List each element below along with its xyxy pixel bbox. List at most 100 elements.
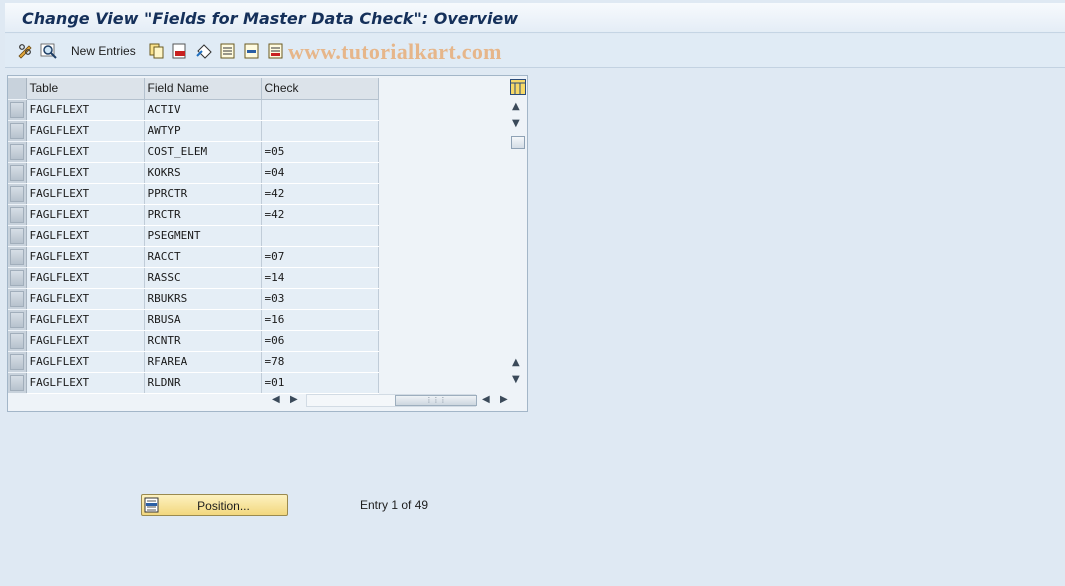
- row-selector-box[interactable]: [9, 227, 24, 244]
- table-row[interactable]: FAGLFLEXT RFAREA =78: [8, 351, 379, 373]
- table-row[interactable]: FAGLFLEXT ACTIV: [8, 99, 379, 121]
- cell-check[interactable]: =14: [261, 267, 379, 289]
- row-selector-box[interactable]: [9, 185, 24, 202]
- cell-check[interactable]: [261, 120, 379, 142]
- cell-field-name[interactable]: AWTYP: [144, 120, 262, 142]
- row-selector[interactable]: [8, 309, 27, 331]
- cell-table[interactable]: FAGLFLEXT: [26, 225, 145, 247]
- cell-check[interactable]: [261, 99, 379, 121]
- cell-check[interactable]: =42: [261, 204, 379, 226]
- table-row[interactable]: FAGLFLEXT KOKRS =04: [8, 162, 379, 184]
- scroll-up-arrow-icon[interactable]: ▲: [512, 102, 520, 112]
- row-selector[interactable]: [8, 288, 27, 310]
- column-header-table[interactable]: Table: [26, 78, 145, 100]
- row-selector-box[interactable]: [9, 206, 24, 223]
- cell-table[interactable]: FAGLFLEXT: [26, 183, 145, 205]
- find-icon[interactable]: [40, 42, 58, 60]
- table-row[interactable]: FAGLFLEXT PRCTR =42: [8, 204, 379, 226]
- cell-table[interactable]: FAGLFLEXT: [26, 330, 145, 352]
- cell-check[interactable]: =07: [261, 246, 379, 268]
- row-selector-box[interactable]: [9, 269, 24, 286]
- row-selector[interactable]: [8, 351, 27, 373]
- cell-field-name[interactable]: RBUSA: [144, 309, 262, 331]
- table-row[interactable]: FAGLFLEXT COST_ELEM =05: [8, 141, 379, 163]
- table-row[interactable]: FAGLFLEXT AWTYP: [8, 120, 379, 142]
- row-selector-box[interactable]: [9, 248, 24, 265]
- cell-check[interactable]: =78: [261, 351, 379, 373]
- cell-table[interactable]: FAGLFLEXT: [26, 288, 145, 310]
- column-header-check[interactable]: Check: [261, 78, 379, 100]
- cell-field-name[interactable]: KOKRS: [144, 162, 262, 184]
- table-row[interactable]: FAGLFLEXT RACCT =07: [8, 246, 379, 268]
- cell-field-name[interactable]: PRCTR: [144, 204, 262, 226]
- new-entries-button[interactable]: New Entries: [71, 44, 136, 58]
- row-selector[interactable]: [8, 204, 27, 226]
- undo-icon[interactable]: [195, 42, 213, 60]
- cell-table[interactable]: FAGLFLEXT: [26, 309, 145, 331]
- table-row[interactable]: FAGLFLEXT RBUKRS =03: [8, 288, 379, 310]
- delete-icon[interactable]: [171, 42, 189, 60]
- select-all-column-cell[interactable]: [8, 78, 27, 100]
- scroll-down-arrow-icon[interactable]: ▼: [512, 119, 520, 129]
- row-selector-box[interactable]: [9, 143, 24, 160]
- cell-check[interactable]: =03: [261, 288, 379, 310]
- position-button[interactable]: Position...: [141, 494, 288, 516]
- scroll-thumb[interactable]: [511, 136, 525, 149]
- cell-check[interactable]: =42: [261, 183, 379, 205]
- cell-check[interactable]: =16: [261, 309, 379, 331]
- scroll-left-icon[interactable]: ◀: [272, 394, 280, 405]
- table-row[interactable]: FAGLFLEXT RCNTR =06: [8, 330, 379, 352]
- scroll-page-up-arrow-icon[interactable]: ▲: [512, 358, 520, 368]
- row-selector[interactable]: [8, 183, 27, 205]
- row-selector[interactable]: [8, 141, 27, 163]
- cell-field-name[interactable]: COST_ELEM: [144, 141, 262, 163]
- table-row[interactable]: FAGLFLEXT RLDNR =01: [8, 372, 379, 394]
- select-all-icon[interactable]: [219, 42, 237, 60]
- cell-field-name[interactable]: RACCT: [144, 246, 262, 268]
- cell-check[interactable]: =01: [261, 372, 379, 394]
- cell-table[interactable]: FAGLFLEXT: [26, 372, 145, 394]
- cell-field-name[interactable]: PPRCTR: [144, 183, 262, 205]
- cell-table[interactable]: FAGLFLEXT: [26, 141, 145, 163]
- cell-table[interactable]: FAGLFLEXT: [26, 120, 145, 142]
- row-selector-box[interactable]: [9, 290, 24, 307]
- cell-table[interactable]: FAGLFLEXT: [26, 351, 145, 373]
- horizontal-scroll-track[interactable]: ⋮⋮⋮: [306, 394, 477, 407]
- cell-field-name[interactable]: RLDNR: [144, 372, 262, 394]
- row-selector-box[interactable]: [9, 353, 24, 370]
- cell-field-name[interactable]: RBUKRS: [144, 288, 262, 310]
- horizontal-scroll-thumb[interactable]: ⋮⋮⋮: [395, 395, 477, 406]
- cell-field-name[interactable]: RFAREA: [144, 351, 262, 373]
- cell-field-name[interactable]: RASSC: [144, 267, 262, 289]
- table-row[interactable]: FAGLFLEXT PSEGMENT: [8, 225, 379, 247]
- row-selector[interactable]: [8, 225, 27, 247]
- select-block-icon[interactable]: [243, 42, 261, 60]
- deselect-all-icon[interactable]: [267, 42, 285, 60]
- row-selector[interactable]: [8, 99, 27, 121]
- copy-icon[interactable]: [148, 42, 166, 60]
- row-selector-box[interactable]: [9, 374, 24, 391]
- vertical-scrollbar[interactable]: ▲ ▼ ▲ ▼: [509, 76, 527, 411]
- cell-table[interactable]: FAGLFLEXT: [26, 162, 145, 184]
- row-selector-box[interactable]: [9, 101, 24, 118]
- cell-table[interactable]: FAGLFLEXT: [26, 267, 145, 289]
- scroll-right-icon[interactable]: ▶: [290, 394, 298, 405]
- cell-table[interactable]: FAGLFLEXT: [26, 246, 145, 268]
- row-selector[interactable]: [8, 162, 27, 184]
- row-selector-box[interactable]: [9, 122, 24, 139]
- row-selector[interactable]: [8, 120, 27, 142]
- table-row[interactable]: FAGLFLEXT RASSC =14: [8, 267, 379, 289]
- scroll-far-right-icon[interactable]: ▶: [500, 394, 508, 405]
- cell-field-name[interactable]: RCNTR: [144, 330, 262, 352]
- cell-table[interactable]: FAGLFLEXT: [26, 99, 145, 121]
- cell-field-name[interactable]: PSEGMENT: [144, 225, 262, 247]
- cell-field-name[interactable]: ACTIV: [144, 99, 262, 121]
- scroll-page-down-arrow-icon[interactable]: ▼: [512, 375, 520, 385]
- column-settings-icon[interactable]: [509, 78, 527, 96]
- table-row[interactable]: FAGLFLEXT RBUSA =16: [8, 309, 379, 331]
- row-selector-box[interactable]: [9, 164, 24, 181]
- row-selector[interactable]: [8, 246, 27, 268]
- cell-check[interactable]: =06: [261, 330, 379, 352]
- glasses-pen-icon[interactable]: [17, 42, 35, 60]
- row-selector[interactable]: [8, 267, 27, 289]
